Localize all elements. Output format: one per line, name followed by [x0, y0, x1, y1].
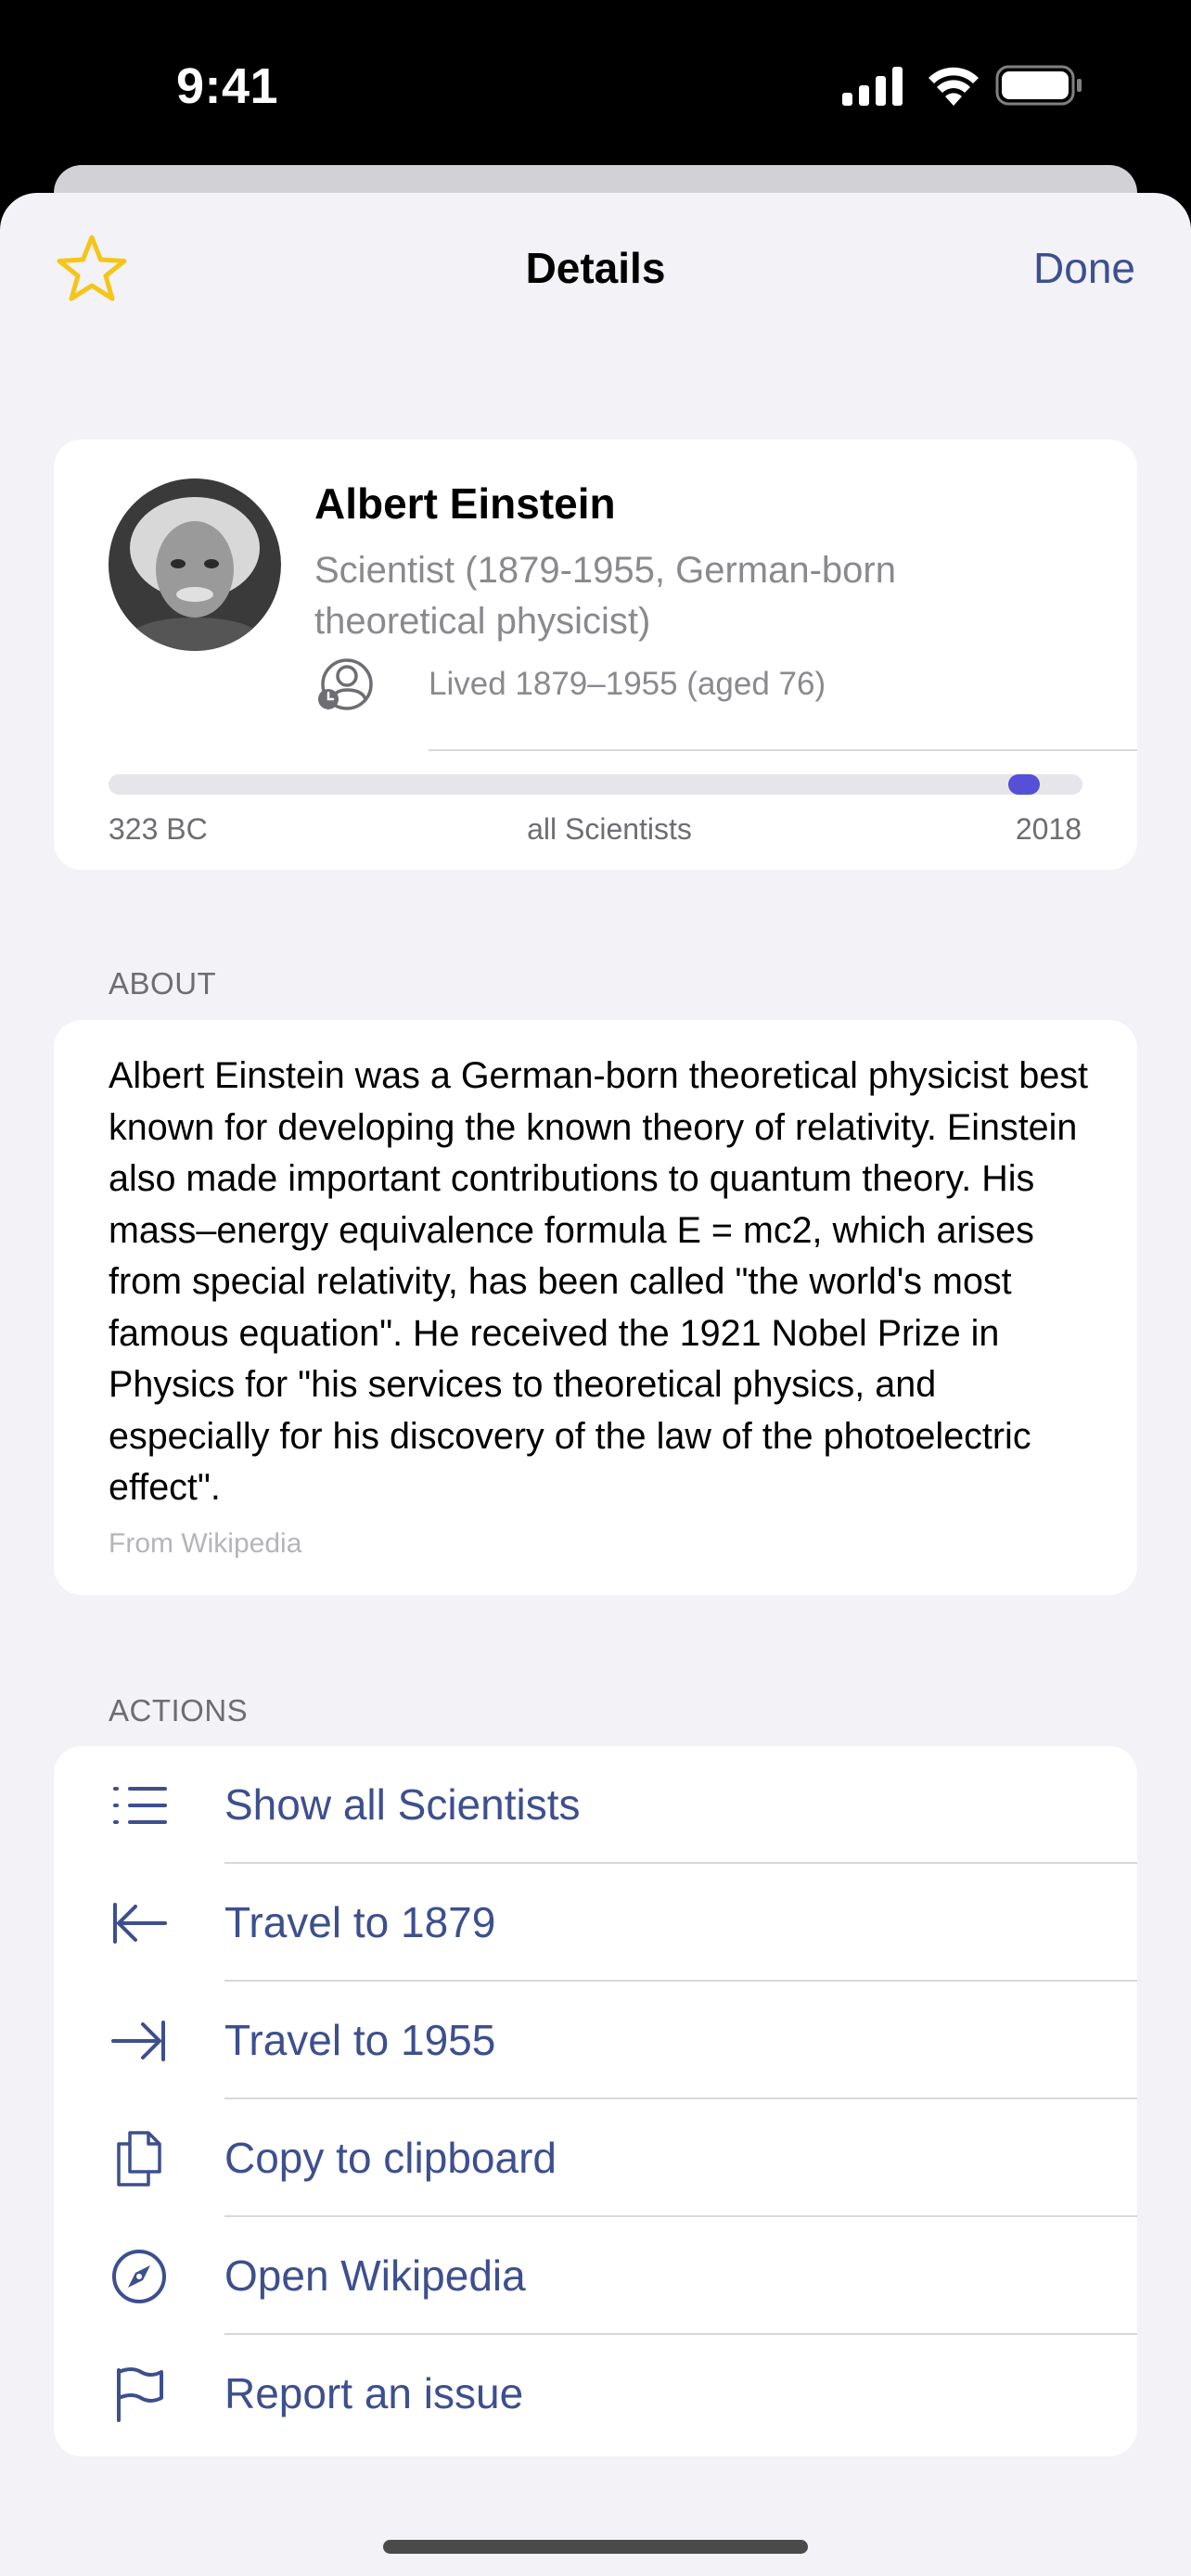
- page-title: Details: [525, 244, 666, 292]
- cellular-signal-icon: [842, 67, 903, 106]
- actions-section-header: ACTIONS: [109, 1693, 249, 1728]
- person-clock-icon: [318, 658, 373, 710]
- list-icon: [113, 1787, 167, 1824]
- action-label: Copy to clipboard: [224, 2134, 557, 2182]
- lifespan-text: Lived 1879–1955 (aged 76): [429, 666, 826, 702]
- arrow-left-to-line-icon: [113, 1903, 167, 1944]
- person-description: Scientist (1879-1955, German-born theore…: [314, 550, 896, 642]
- portrait-image: [109, 478, 281, 651]
- action-label: Report an issue: [224, 2369, 524, 2417]
- action-label: Open Wikipedia: [224, 2251, 526, 2300]
- lifespan-icon: [315, 658, 375, 710]
- action-report-issue[interactable]: Report an issue: [54, 2335, 1137, 2453]
- action-travel-to-start-year[interactable]: Travel to 1879: [54, 1864, 1137, 1982]
- action-label: Travel to 1879: [224, 1898, 496, 1946]
- flag-icon: [117, 2367, 163, 2422]
- done-button[interactable]: Done: [1033, 243, 1135, 293]
- status-icons: [842, 63, 1083, 109]
- timeline-track[interactable]: [109, 774, 1082, 795]
- action-travel-to-end-year[interactable]: Travel to 1955: [54, 1982, 1137, 2099]
- battery-icon: [995, 65, 1082, 106]
- timeline-end-label: 2018: [1015, 812, 1082, 846]
- status-bar: 9:41: [0, 0, 1191, 167]
- about-text: Albert Einstein was a German-born theore…: [109, 1055, 1089, 1508]
- action-copy-to-clipboard[interactable]: Copy to clipboard: [54, 2099, 1137, 2217]
- status-time: 9:41: [176, 58, 279, 114]
- compass-icon: [112, 2250, 166, 2303]
- timeline-position-marker: [1008, 774, 1040, 795]
- divider: [429, 749, 1137, 751]
- person-name: Albert Einstein: [314, 479, 616, 528]
- action-open-wikipedia[interactable]: Open Wikipedia: [54, 2217, 1137, 2335]
- wifi-icon: [928, 67, 979, 106]
- action-show-all-scientists[interactable]: Show all Scientists: [54, 1746, 1137, 1864]
- action-label: Show all Scientists: [224, 1780, 581, 1829]
- action-label: Travel to 1955: [224, 2016, 496, 2064]
- about-source: From Wikipedia: [109, 1528, 302, 1559]
- home-indicator[interactable]: [383, 2540, 808, 2554]
- arrow-right-to-line-icon: [111, 2021, 165, 2061]
- avatar: [109, 478, 281, 651]
- about-section-header: ABOUT: [109, 966, 217, 1001]
- timeline-middle-label: all Scientists: [527, 812, 692, 846]
- copy-icon: [117, 2131, 161, 2187]
